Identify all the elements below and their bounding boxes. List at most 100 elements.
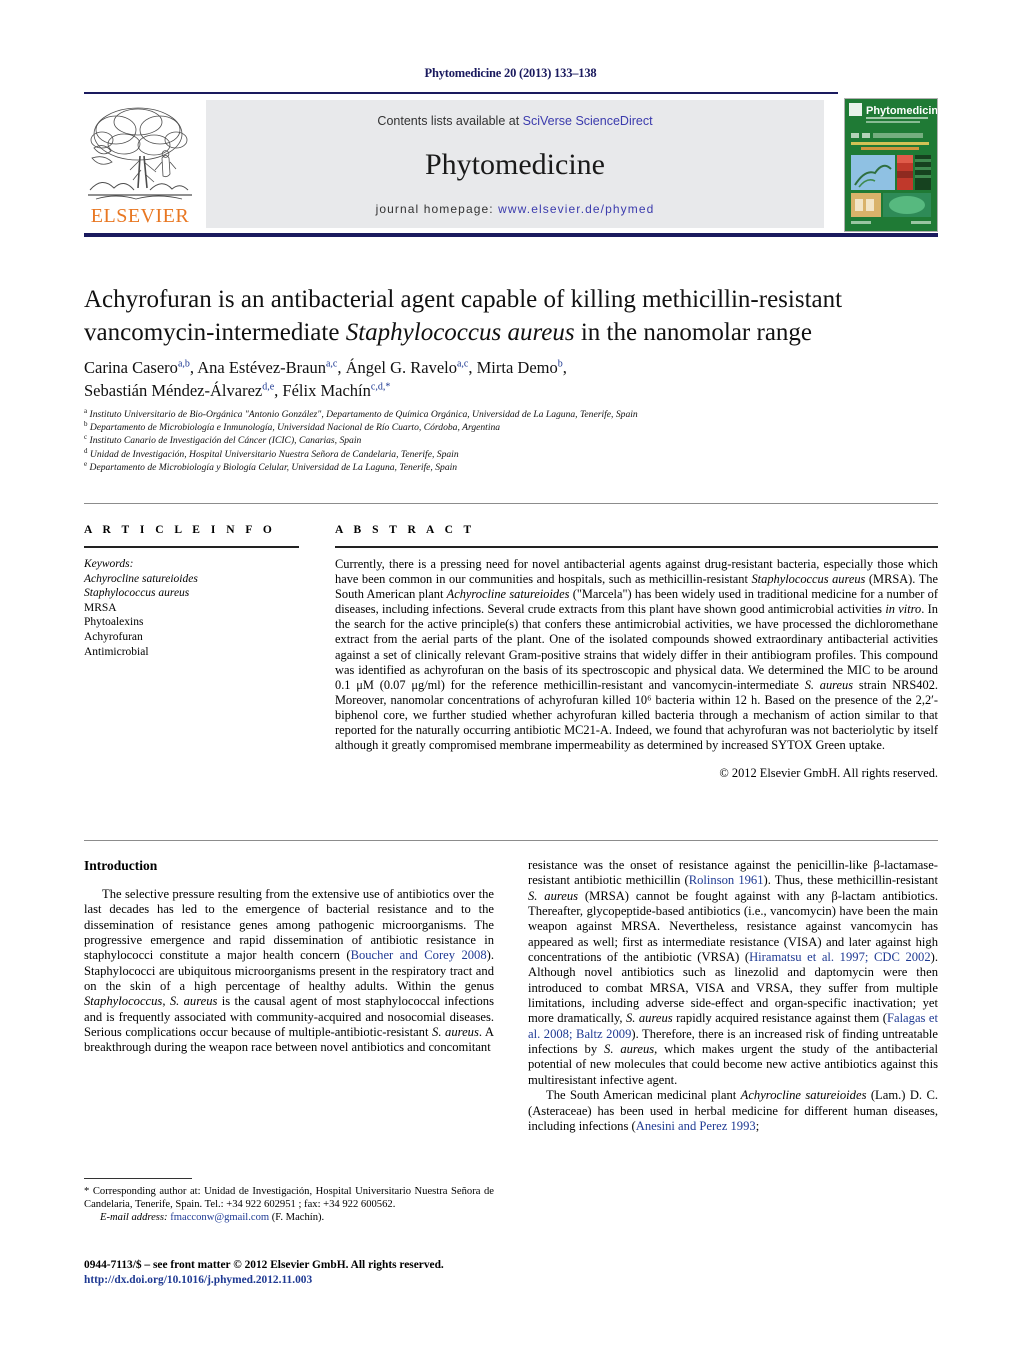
author-name: Félix Machín <box>282 381 371 400</box>
elsevier-logo: ELSEVIER <box>86 100 194 228</box>
email-owner: (F. Machín). <box>271 1212 325 1224</box>
introduction-paragraph-continued: resistance was the onset of resistance a… <box>528 858 938 1088</box>
species-name: S. aureus <box>169 994 218 1009</box>
contents-list-line: Contents lists available at SciVerse Sci… <box>206 114 824 128</box>
abstract-text: Currently, there is a pressing need for … <box>335 557 938 753</box>
sciencedirect-link[interactable]: SciVerse ScienceDirect <box>523 114 653 128</box>
affiliation-text: Departamento de Microbiología e Inmunolo… <box>89 422 501 434</box>
info-section-top-rule <box>84 503 938 504</box>
journal-homepage-link[interactable]: www.elsevier.de/phymed <box>498 202 654 216</box>
para-part: The South American medicinal plant <box>546 1088 741 1103</box>
abstract-species: Achyrocline satureioides <box>446 587 570 602</box>
article-info-heading: A R T I C L E I N F O <box>84 524 276 536</box>
abstract-copyright: © 2012 Elsevier GmbH. All rights reserve… <box>719 766 938 781</box>
affiliation-marker: a <box>84 406 88 415</box>
issn-copyright-line: 0944-7113/$ – see front matter © 2012 El… <box>84 1259 444 1271</box>
author-list: Carina Caseroa,b, Ana Estévez-Brauna,c, … <box>84 356 874 402</box>
footnote-rule <box>84 1178 192 1179</box>
abstract-latin: in vitro <box>885 602 922 617</box>
author-name: Ángel G. Ravelo <box>345 358 457 377</box>
species-name: S. aureus <box>626 1011 673 1026</box>
cover-artwork-icon: Phytomedicine <box>845 99 937 231</box>
introduction-left-column: Introduction The selective pressure resu… <box>84 858 494 1056</box>
abstract-section-bottom-rule <box>84 840 938 841</box>
author-separator: , <box>468 358 477 377</box>
introduction-paragraph-2: The South American medicinal plant Achyr… <box>528 1088 938 1134</box>
keyword-item: Achyrofuran <box>84 630 143 643</box>
doi-link[interactable]: http://dx.doi.org/10.1016/j.phymed.2012.… <box>84 1273 544 1288</box>
genus-name: Staphylococcus <box>84 994 163 1009</box>
homepage-prefix: journal homepage: <box>375 202 499 216</box>
introduction-paragraph: The selective pressure resulting from th… <box>84 887 494 1056</box>
author-name: Ana Estévez-Braun <box>197 358 326 377</box>
keywords-block: Keywords: Achyrocline satureioides Staph… <box>84 557 299 659</box>
keyword-item: Staphylococcus aureus <box>84 587 190 600</box>
citation-link[interactable]: Hiramatsu et al. 1997; CDC 2002 <box>749 950 931 964</box>
journal-article-page: Phytomedicine 20 (2013) 133–138 ELSEVIER… <box>0 0 1021 1351</box>
species-name: S. aureus <box>604 1042 655 1057</box>
introduction-right-column: resistance was the onset of resistance a… <box>528 858 938 1134</box>
keyword-item: Antimicrobial <box>84 645 149 658</box>
affiliation-item: a Instituto Universitario de Bio-Orgánic… <box>84 406 904 421</box>
journal-cover-thumbnail: Phytomedicine <box>844 98 938 232</box>
article-info-section: A R T I C L E I N F O Keywords: Achyrocl… <box>84 524 299 659</box>
para-part: ). Thus, these methicillin-resistant <box>763 873 938 888</box>
abstract-heading: A B S T R A C T <box>335 524 476 536</box>
masthead-top-rule <box>84 92 838 94</box>
title-species-name: Staphylococcus aureus <box>345 319 575 346</box>
affiliation-text: Instituto Canario de Investigación del C… <box>89 435 362 447</box>
keyword-item: MRSA <box>84 601 117 614</box>
abstract-section: A B S T R A C T Currently, there is a pr… <box>335 524 938 781</box>
author-name: Mirta Demo <box>476 358 558 377</box>
affiliation-item: b Departamento de Microbiología e Inmuno… <box>84 421 904 434</box>
introduction-heading: Introduction <box>84 858 158 873</box>
citation-link[interactable]: Boucher and Corey 2008 <box>351 948 487 962</box>
affiliation-item: e Departamento de Microbiología y Biolog… <box>84 459 904 474</box>
title-line-1: Achyrofuran is an antibacterial agent ca… <box>84 286 843 313</box>
imprint-block: 0944-7113/$ – see front matter © 2012 El… <box>84 1258 544 1287</box>
citation-link[interactable]: Rolinson 1961 <box>689 873 764 887</box>
author-affil-marker[interactable]: d,e <box>262 382 274 393</box>
article-info-divider <box>84 546 299 548</box>
author-affil-marker[interactable]: a,c <box>457 359 468 370</box>
journal-masthead: ELSEVIER Contents lists available at Sci… <box>84 92 938 237</box>
masthead-center-band: Contents lists available at SciVerse Sci… <box>206 100 824 228</box>
affiliation-text: Instituto Universitario de Bio-Orgánica … <box>89 409 638 420</box>
author-name: Carina Casero <box>84 358 178 377</box>
corresponding-author-footnote: * Corresponding author at: Unidad de Inv… <box>84 1178 494 1225</box>
journal-title: Phytomedicine <box>425 148 605 181</box>
author-affil-marker[interactable]: c,d,* <box>371 382 390 393</box>
affiliation-text: Departamento de Microbiología y Biología… <box>89 461 458 473</box>
citation-link[interactable]: Anesini and Perez 1993 <box>636 1119 756 1133</box>
para-part: rapidly acquired resistance against them… <box>672 1011 887 1026</box>
keyword-item: Achyrocline satureioides <box>84 572 198 585</box>
svg-text:Phytomedicine: Phytomedicine <box>866 105 937 117</box>
title-line-2-prefix: vancomycin-intermediate <box>84 319 346 346</box>
title-line-2-suffix: in the nanomolar range <box>574 319 813 346</box>
masthead-bottom-rule <box>84 233 938 237</box>
journal-homepage-line: journal homepage: www.elsevier.de/phymed <box>206 202 824 216</box>
species-name: S. aureus <box>528 888 579 903</box>
para-part: , <box>162 994 170 1009</box>
author-affil-marker[interactable]: a,c <box>326 359 337 370</box>
contents-prefix: Contents lists available at <box>377 114 523 128</box>
elsevier-wordmark: ELSEVIER <box>90 205 190 227</box>
author-affil-marker[interactable]: a,b <box>178 359 190 370</box>
author-separator: , <box>337 358 346 377</box>
affiliation-marker: b <box>84 420 88 429</box>
author-separator: , <box>562 358 567 377</box>
affiliation-text: Unidad de Investigación, Hospital Univer… <box>89 448 459 460</box>
email-label: E-mail address: <box>100 1212 168 1224</box>
elsevier-tree-icon <box>88 107 192 200</box>
affiliation-marker: e <box>84 459 88 468</box>
affiliation-list: a Instituto Universitario de Bio-Orgánic… <box>84 406 904 474</box>
article-title: Achyrofuran is an antibacterial agent ca… <box>84 283 874 349</box>
affiliation-marker: c <box>84 433 88 442</box>
affiliation-marker: d <box>84 446 88 455</box>
keywords-label: Keywords: <box>84 558 134 570</box>
email-link[interactable]: fmacconw@gmail.com <box>170 1212 269 1223</box>
plant-species-name: Achyrocline satureioides <box>740 1088 867 1103</box>
para-part: ; <box>755 1118 760 1133</box>
abstract-divider <box>335 546 938 548</box>
footnote-corresponding-text: * Corresponding author at: Unidad de Inv… <box>84 1186 494 1211</box>
